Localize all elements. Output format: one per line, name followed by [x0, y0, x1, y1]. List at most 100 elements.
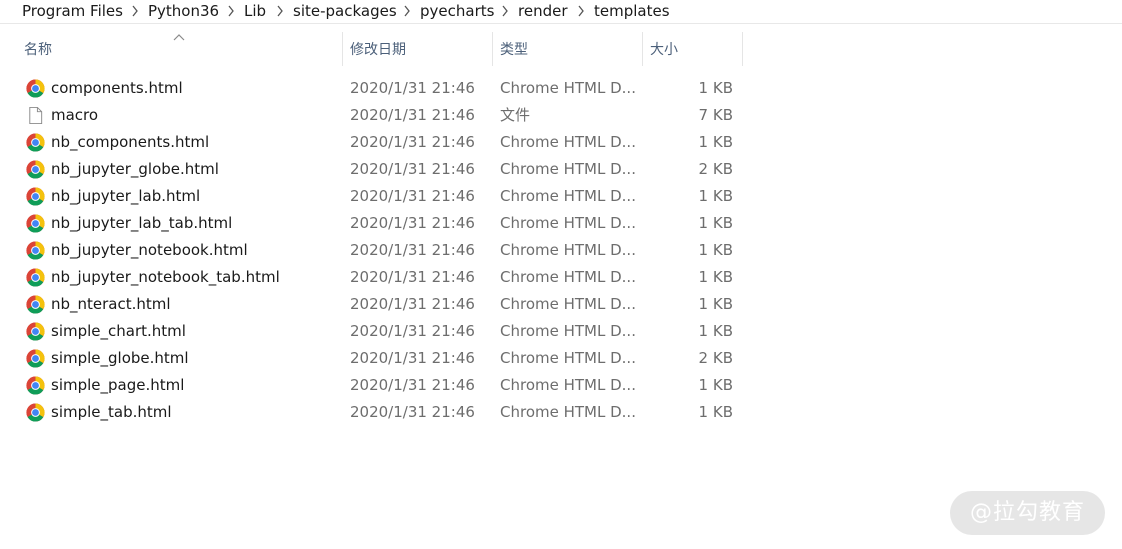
chrome-icon: [26, 349, 45, 368]
breadcrumb-item-site-packages[interactable]: site-packages: [293, 0, 397, 22]
file-size: 1 KB: [698, 403, 733, 421]
column-divider[interactable]: [342, 32, 343, 66]
file-row[interactable]: components.html 2020/1/31 21:46 Chrome HTM…: [20, 75, 740, 102]
file-size: 1 KB: [698, 214, 733, 232]
breadcrumb-item-pyecharts[interactable]: pyecharts: [420, 0, 494, 22]
file-size: 1 KB: [698, 241, 733, 259]
chevron-right-icon: [578, 5, 584, 17]
file-icon: [26, 106, 45, 125]
file-type: Chrome HTML D...: [500, 403, 636, 421]
breadcrumb: Program Files Python36 Lib site-packages…: [0, 0, 1122, 24]
breadcrumb-item-python36[interactable]: Python36: [148, 0, 219, 22]
breadcrumb-item-templates[interactable]: templates: [594, 0, 670, 22]
file-date-modified: 2020/1/31 21:46: [350, 187, 475, 205]
file-date-modified: 2020/1/31 21:46: [350, 403, 475, 421]
file-row[interactable]: nb_jupyter_lab.html 2020/1/31 21:46 Chrome…: [20, 183, 740, 210]
file-size: 1 KB: [698, 268, 733, 286]
file-date-modified: 2020/1/31 21:46: [350, 268, 475, 286]
breadcrumb-item-program-files[interactable]: Program Files: [22, 0, 123, 22]
file-size: 1 KB: [698, 79, 733, 97]
chevron-right-icon: [132, 5, 138, 17]
watermark-logo: @拉勾教育: [950, 491, 1105, 535]
file-size: 2 KB: [698, 349, 733, 367]
file-date-modified: 2020/1/31 21:46: [350, 322, 475, 340]
file-name: nb_jupyter_notebook.html: [51, 241, 248, 259]
file-name: components.html: [51, 79, 183, 97]
file-row[interactable]: simple_chart.html 2020/1/31 21:46 Chrome H…: [20, 318, 740, 345]
chevron-right-icon: [404, 5, 410, 17]
file-size: 1 KB: [698, 295, 733, 313]
file-type: Chrome HTML D...: [500, 187, 636, 205]
chrome-icon: [26, 133, 45, 152]
chrome-icon: [26, 403, 45, 422]
file-name: macro: [51, 106, 99, 124]
file-date-modified: 2020/1/31 21:46: [350, 133, 475, 151]
column-divider[interactable]: [492, 32, 493, 66]
column-divider[interactable]: [742, 32, 743, 66]
chevron-right-icon: [502, 5, 508, 17]
column-header-type[interactable]: 类型: [494, 35, 642, 65]
file-type: Chrome HTML D...: [500, 376, 636, 394]
file-date-modified: 2020/1/31 21:46: [350, 160, 475, 178]
file-name: simple_chart.html: [51, 322, 186, 340]
chrome-icon: [26, 268, 45, 287]
file-type: Chrome HTML D...: [500, 349, 636, 367]
column-header-date[interactable]: 修改日期: [344, 35, 492, 65]
file-size: 1 KB: [698, 187, 733, 205]
file-size: 7 KB: [698, 106, 733, 124]
file-row[interactable]: nb_jupyter_notebook_tab.html 2020/1/31 21…: [20, 264, 740, 291]
file-size: 2 KB: [698, 160, 733, 178]
chrome-icon: [26, 376, 45, 395]
file-size: 1 KB: [698, 322, 733, 340]
chrome-icon: [26, 160, 45, 179]
file-date-modified: 2020/1/31 21:46: [350, 349, 475, 367]
file-type: Chrome HTML D...: [500, 322, 636, 340]
file-date-modified: 2020/1/31 21:46: [350, 295, 475, 313]
file-name: nb_jupyter_globe.html: [51, 160, 219, 178]
column-header-size[interactable]: 大小: [644, 35, 742, 65]
file-row[interactable]: simple_page.html 2020/1/31 21:46 Chrome HT…: [20, 372, 740, 399]
file-name: simple_tab.html: [51, 403, 172, 421]
file-name: simple_page.html: [51, 376, 185, 394]
file-row[interactable]: nb_nteract.html 2020/1/31 21:46 Chrome HTM…: [20, 291, 740, 318]
column-divider[interactable]: [642, 32, 643, 66]
file-type: Chrome HTML D...: [500, 241, 636, 259]
chrome-icon: [26, 295, 45, 314]
chrome-icon: [26, 322, 45, 341]
file-name: nb_jupyter_notebook_tab.html: [51, 268, 280, 286]
file-row[interactable]: macro 2020/1/31 21:46 文件 7 KB: [20, 102, 740, 129]
chevron-right-icon: [228, 5, 234, 17]
file-date-modified: 2020/1/31 21:46: [350, 376, 475, 394]
file-row[interactable]: nb_jupyter_notebook.html 2020/1/31 21:46 C…: [20, 237, 740, 264]
file-name: nb_components.html: [51, 133, 210, 151]
file-type: Chrome HTML D...: [500, 295, 636, 313]
file-name: nb_nteract.html: [51, 295, 171, 313]
file-name: nb_jupyter_lab_tab.html: [51, 214, 233, 232]
file-row[interactable]: nb_jupyter_globe.html 2020/1/31 21:46 Chro…: [20, 156, 740, 183]
file-size: 1 KB: [698, 376, 733, 394]
file-date-modified: 2020/1/31 21:46: [350, 241, 475, 259]
breadcrumb-item-lib[interactable]: Lib: [244, 0, 266, 22]
file-date-modified: 2020/1/31 21:46: [350, 106, 475, 124]
chevron-right-icon: [277, 5, 283, 17]
file-row[interactable]: simple_globe.html 2020/1/31 21:46 Chrome H…: [20, 345, 740, 372]
file-row[interactable]: simple_tab.html 2020/1/31 21:46 Chrome HTM…: [20, 399, 740, 426]
file-date-modified: 2020/1/31 21:46: [350, 214, 475, 232]
chrome-icon: [26, 214, 45, 233]
file-row[interactable]: nb_components.html 2020/1/31 21:46 Chrome …: [20, 129, 740, 156]
file-size: 1 KB: [698, 133, 733, 151]
file-type: Chrome HTML D...: [500, 160, 636, 178]
file-date-modified: 2020/1/31 21:46: [350, 79, 475, 97]
file-name: simple_globe.html: [51, 349, 189, 367]
column-header-name[interactable]: 名称: [18, 35, 342, 65]
file-explorer-window: Program Files Python36 Lib site-packages…: [0, 0, 1122, 549]
chrome-icon: [26, 79, 45, 98]
file-type: Chrome HTML D...: [500, 133, 636, 151]
file-type: Chrome HTML D...: [500, 268, 636, 286]
file-type: Chrome HTML D...: [500, 214, 636, 232]
chrome-icon: [26, 241, 45, 260]
file-row[interactable]: nb_jupyter_lab_tab.html 2020/1/31 21:46 Ch…: [20, 210, 740, 237]
file-type: 文件: [500, 106, 531, 124]
breadcrumb-item-render[interactable]: render: [518, 0, 568, 22]
file-type: Chrome HTML D...: [500, 79, 636, 97]
